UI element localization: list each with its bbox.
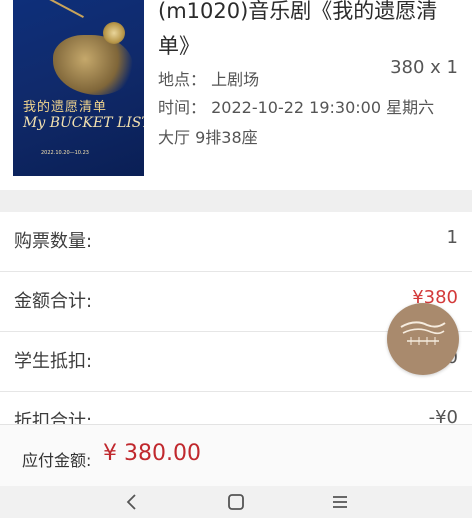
poster-decoration <box>30 0 84 18</box>
row-discount-total: 折扣合计: -¥0 <box>0 392 472 424</box>
poster-title-cn: 我的遗愿清单 <box>23 100 108 115</box>
time-label: 时间： <box>158 98 207 117</box>
chevron-left-icon <box>126 494 136 510</box>
system-nav-bar <box>0 486 472 518</box>
poster-title-en: My BUCKET LIST <box>23 115 144 131</box>
row-value: -¥0 <box>428 407 458 424</box>
payment-bar: 应付金额: ¥ 380.00 <box>0 424 472 486</box>
payable-label: 应付金额: <box>22 451 92 470</box>
row-ticket-count: 购票数量: 1 <box>0 212 472 272</box>
square-icon <box>228 494 244 510</box>
theatre-logo-button[interactable] <box>387 303 459 375</box>
theatre-logo-icon <box>400 321 446 345</box>
ticket-card: 我的遗愿清单 My BUCKET LIST 2022.10.20—10.23 (… <box>0 0 472 190</box>
payable-amount: ¥ 380.00 <box>103 441 201 466</box>
time-value: 2022-10-22 19:30:00 星期六 <box>211 98 435 117</box>
venue-value: 上剧场 <box>211 70 260 89</box>
quantity-price: 380 x 1 <box>390 57 458 78</box>
row-label: 购票数量: <box>14 231 93 252</box>
back-button[interactable] <box>117 490 147 514</box>
seat-info: 大厅 9排38座 <box>158 128 258 147</box>
home-button[interactable] <box>221 490 251 514</box>
row-value: 1 <box>446 227 458 248</box>
section-divider <box>0 190 472 212</box>
venue-label: 地点： <box>158 70 207 89</box>
row-label: 金额合计: <box>14 291 93 312</box>
show-title: (m1020)音乐剧《我的遗愿清单》 <box>158 0 438 58</box>
poster-dates: 2022.10.20—10.23 <box>41 150 89 156</box>
show-poster: 我的遗愿清单 My BUCKET LIST 2022.10.20—10.23 <box>13 0 144 176</box>
menu-icon <box>333 496 347 508</box>
time-line: 时间： 2022-10-22 19:30:00 星期六 <box>158 94 434 118</box>
recent-apps-button[interactable] <box>325 490 355 514</box>
poster-decoration <box>53 35 133 95</box>
row-label: 学生抵扣: <box>14 351 93 372</box>
row-label: 折扣合计: <box>14 411 93 424</box>
poster-badge-icon <box>103 22 125 44</box>
venue-line: 地点： 上剧场 <box>158 66 259 90</box>
